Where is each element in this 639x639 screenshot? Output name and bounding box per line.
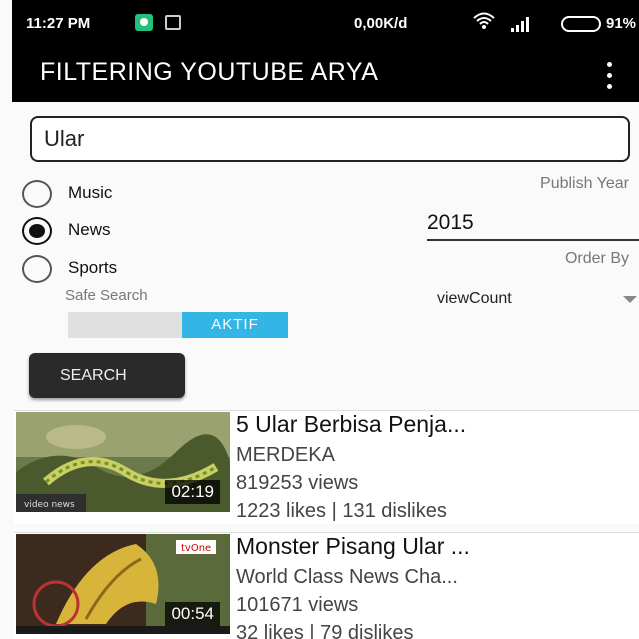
video-views: 819253 views [236,472,359,494]
dropdown-arrow-icon [623,296,637,303]
status-bar: 11:27 PM 0,00K/d 91% [12,0,639,48]
video-likes: 1223 likes | 131 dislikes [236,500,447,522]
video-list-item[interactable]: tvOne 00:54 Monster Pisang Ular ... Worl… [14,532,639,639]
safe-search-toggle[interactable]: AKTIF [68,312,288,338]
notification-icon [135,14,153,31]
battery-percent: 91% [606,15,637,32]
video-duration: 00:54 [165,602,220,626]
search-input[interactable]: Ular [30,116,630,162]
video-list-item[interactable]: video news 02:19 5 Ular Berbisa Penja...… [14,410,639,524]
video-title: Monster Pisang Ular ... [236,533,470,559]
order-by-value: viewCount [437,290,512,307]
radio-news[interactable] [22,215,62,245]
message-icon [165,15,181,30]
search-input-value: Ular [44,126,85,151]
safe-search-state: AKTIF [182,312,288,338]
radio-label-news[interactable]: News [68,220,111,240]
video-channel: MERDEKA [236,444,335,466]
search-button[interactable]: SEARCH [29,353,185,398]
video-views: 101671 views [236,594,359,616]
svg-text:tvOne: tvOne [181,543,211,554]
video-thumbnail: video news 02:19 [16,412,230,512]
radio-music[interactable] [22,178,62,208]
app-title: FILTERING YOUTUBE ARYA [40,58,379,86]
wifi-icon [473,12,495,29]
publish-year-label: Publish Year [540,175,629,192]
video-duration: 02:19 [165,480,220,504]
order-by-select[interactable]: viewCount [437,283,639,315]
publish-year-value: 2015 [427,211,474,234]
radio-label-sports[interactable]: Sports [68,258,117,278]
video-title: 5 Ular Berbisa Penja... [236,411,467,437]
video-thumbnail: tvOne 00:54 [16,534,230,634]
network-speed: 0,00K/d [354,15,408,32]
app-bar: FILTERING YOUTUBE ARYA [12,48,639,102]
safe-search-label: Safe Search [65,287,148,304]
order-by-label: Order By [564,250,629,267]
signal-icon [511,17,529,32]
overflow-menu-icon[interactable] [594,56,624,96]
video-channel: World Class News Cha... [236,566,458,588]
battery-icon [561,16,601,32]
svg-text:video news: video news [24,500,75,510]
radio-label-music[interactable]: Music [68,183,112,203]
video-likes: 32 likes | 79 dislikes [236,622,414,639]
publish-year-input[interactable]: 2015 [427,207,639,241]
radio-sports[interactable] [22,253,62,283]
status-time: 11:27 PM [26,15,91,32]
